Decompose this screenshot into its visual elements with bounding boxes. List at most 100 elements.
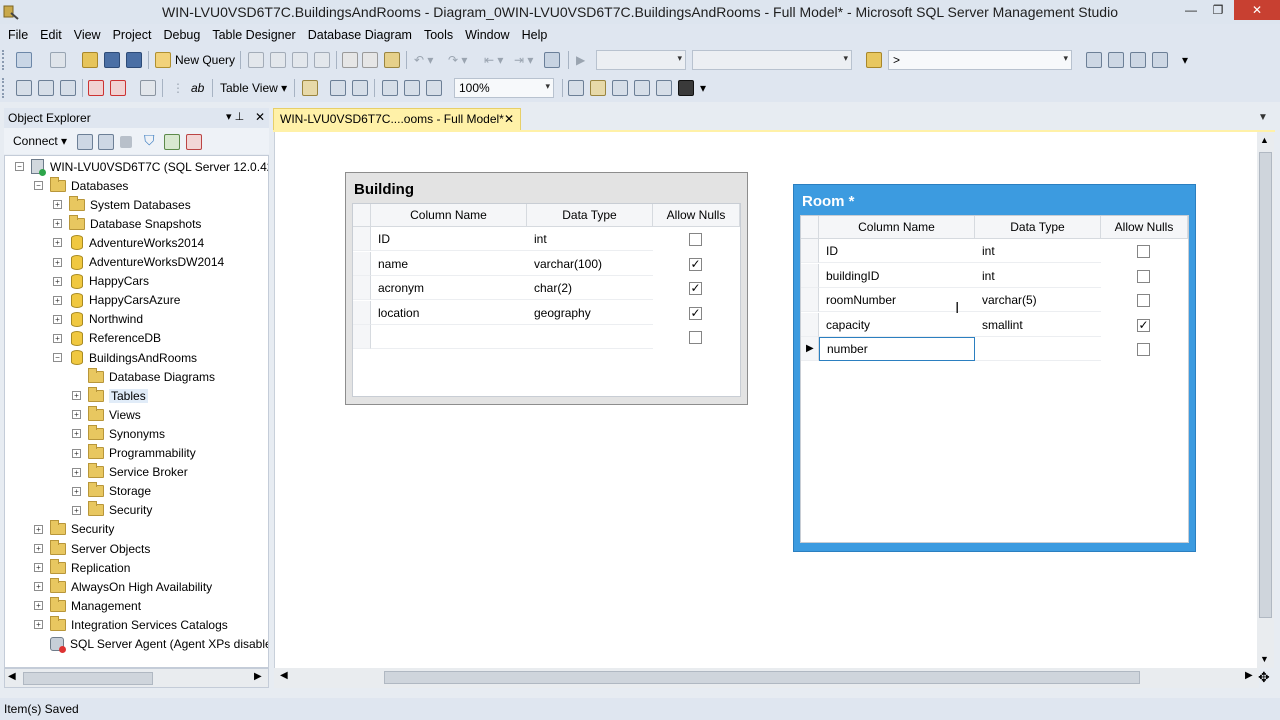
manage-spatial-indexes-icon[interactable]	[656, 80, 672, 96]
expand-icon[interactable]: +	[34, 620, 43, 630]
pin-icon[interactable]: ▾ ⊥	[226, 110, 244, 123]
data-type-cell[interactable]: geography	[527, 301, 653, 325]
tree-node[interactable]: + System Databases	[53, 195, 191, 214]
scroll-left-icon[interactable]: ◀	[280, 670, 288, 681]
manage-fulltext-icon[interactable]	[612, 80, 628, 96]
column-name-cell[interactable]: capacity	[819, 313, 975, 337]
generate-script-icon[interactable]	[140, 80, 156, 96]
tree-node[interactable]: + Database Snapshots	[53, 214, 201, 233]
tree-node[interactable]: + AdventureWorks2014	[53, 233, 204, 252]
tree-node[interactable]: Database Diagrams	[72, 367, 215, 386]
current-row-icon[interactable]: ▶	[801, 337, 819, 361]
mdx-query-icon[interactable]	[292, 52, 308, 68]
database-engine-query-icon[interactable]	[248, 52, 264, 68]
scroll-up-icon[interactable]: ▲	[1260, 135, 1269, 145]
column-header[interactable]: Column Name	[371, 204, 527, 227]
cut-icon[interactable]	[342, 52, 358, 68]
data-type-cell[interactable]	[527, 325, 653, 349]
execute-icon[interactable]: ▶	[576, 53, 585, 67]
data-type-cell[interactable]: int	[527, 227, 653, 251]
show-relationship-labels-icon[interactable]	[404, 80, 420, 96]
expand-icon[interactable]: +	[34, 601, 43, 611]
column-header[interactable]: Allow Nulls	[1101, 216, 1188, 239]
undo-icon[interactable]: ↶ ▾	[414, 53, 433, 67]
xmla-query-icon[interactable]	[314, 52, 330, 68]
row-selector[interactable]	[353, 325, 371, 349]
expand-icon[interactable]: +	[72, 429, 81, 439]
activity-monitor-icon[interactable]	[544, 52, 560, 68]
row-selector[interactable]	[801, 312, 819, 337]
new-project-icon[interactable]	[16, 52, 32, 68]
column-header[interactable]: Allow Nulls	[653, 204, 740, 227]
allow-nulls-checkbox[interactable]: ✓	[689, 306, 702, 320]
expand-icon[interactable]: +	[53, 276, 62, 286]
expand-icon[interactable]: +	[72, 448, 81, 458]
scroll-right-icon[interactable]: ▶	[254, 671, 262, 682]
new-table-icon[interactable]	[16, 80, 32, 96]
object-explorer-icon[interactable]	[1086, 52, 1102, 68]
collapse-icon[interactable]: −	[53, 353, 62, 362]
menu-window[interactable]: Window	[459, 28, 515, 42]
expand-icon[interactable]: +	[34, 544, 43, 553]
row-selector[interactable]	[353, 300, 371, 325]
object-explorer-close-icon[interactable]: ✕	[255, 110, 265, 124]
tree-node[interactable]: SQL Server Agent (Agent XPs disabled	[34, 635, 268, 654]
tree-node[interactable]: − BuildingsAndRooms	[53, 348, 197, 367]
column-name-cell[interactable]: roomNumber	[819, 288, 975, 312]
allow-nulls-checkbox[interactable]: ✓	[1137, 318, 1150, 332]
manage-check-constraints-icon[interactable]	[678, 80, 694, 96]
expand-icon[interactable]: +	[53, 200, 62, 210]
add-related-tables-icon[interactable]	[60, 80, 76, 96]
tree-node[interactable]: + Integration Services Catalogs	[34, 615, 228, 634]
tab-diagram[interactable]: WIN-LVU0VSD6T7C....ooms - Full Model* ✕	[273, 108, 521, 130]
allow-nulls-checkbox[interactable]	[1137, 294, 1150, 307]
add-text-annotation-icon[interactable]	[302, 80, 318, 96]
menu-debug[interactable]: Debug	[157, 28, 206, 42]
scroll-thumb[interactable]	[23, 672, 153, 685]
toolbox-icon[interactable]	[1130, 52, 1146, 68]
refresh-icon[interactable]	[164, 134, 180, 150]
tree-node[interactable]: − Databases	[34, 176, 128, 195]
row-selector[interactable]	[801, 239, 819, 263]
toolbar-overflow-icon[interactable]: ▾	[1182, 53, 1188, 67]
data-type-cell[interactable]	[975, 337, 1101, 361]
collapse-icon[interactable]: −	[15, 162, 24, 171]
relationships-icon[interactable]	[568, 80, 584, 96]
activity-monitor-icon[interactable]	[186, 134, 202, 150]
row-selector[interactable]	[801, 263, 819, 288]
expand-icon[interactable]: +	[72, 410, 81, 420]
open-file-icon[interactable]	[82, 52, 98, 68]
column-header[interactable]: Column Name	[819, 216, 975, 239]
filter-icon[interactable]: ⛉	[144, 132, 155, 149]
tree-node[interactable]: + Storage	[72, 482, 151, 501]
solution-platform-select[interactable]: ▾	[692, 50, 852, 70]
maximize-button[interactable]: ❐	[1201, 0, 1235, 20]
solution-configuration-select[interactable]: ▾	[596, 50, 686, 70]
analysis-query-icon[interactable]	[270, 52, 286, 68]
tree-node[interactable]: + AdventureWorksDW2014	[53, 253, 224, 272]
column-name-cell[interactable]: ID	[819, 239, 975, 263]
set-primary-key-icon[interactable]: ⋮	[172, 81, 184, 95]
tree-node[interactable]: + Synonyms	[72, 424, 165, 443]
zoom-select[interactable]: 100% ▾	[454, 78, 554, 98]
close-tab-icon[interactable]: ✕	[504, 112, 514, 126]
expand-icon[interactable]: +	[34, 582, 43, 592]
window-layout-icon[interactable]	[1152, 52, 1168, 68]
tree-node[interactable]: + Views	[72, 405, 141, 424]
arrange-tables-icon[interactable]	[352, 80, 368, 96]
disconnect-icon[interactable]	[98, 134, 114, 150]
tab-overflow-icon[interactable]: ▼	[1258, 112, 1268, 123]
expand-icon[interactable]: +	[53, 333, 62, 343]
expand-icon[interactable]: +	[53, 314, 62, 324]
pan-icon[interactable]: ✥	[1258, 669, 1270, 686]
new-query-button[interactable]: New Query	[175, 53, 235, 67]
menu-table-designer[interactable]: Table Designer	[206, 28, 301, 42]
expand-icon[interactable]: +	[72, 486, 81, 496]
row-selector[interactable]	[353, 276, 371, 300]
menu-project[interactable]: Project	[107, 28, 158, 42]
tree-node[interactable]: + Replication	[34, 558, 130, 577]
redo-icon[interactable]: ↷ ▾	[448, 53, 467, 67]
scroll-down-icon[interactable]: ▼	[1260, 654, 1269, 664]
column-name-cell[interactable]: buildingID	[819, 264, 975, 288]
find-combo[interactable]: > ▾	[888, 50, 1072, 70]
